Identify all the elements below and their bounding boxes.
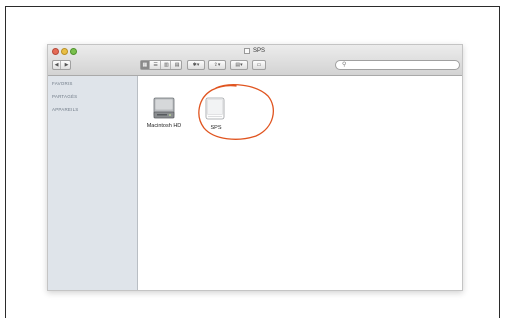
view-mode-control: ▦ ☰ ▥ ▤ (140, 60, 182, 70)
column-view-button[interactable]: ▥ (163, 61, 172, 69)
sidebar-section-favorites[interactable]: FAVORIS (52, 81, 73, 86)
search-icon: ⚲ (342, 62, 347, 68)
search-field[interactable]: ⚲ (335, 60, 460, 70)
sidebar: FAVORIS PARTAGÉS APPAREILS (48, 76, 138, 290)
minimize-button[interactable] (61, 48, 68, 55)
sidebar-section-devices[interactable]: APPAREILS (52, 107, 78, 112)
volume-macintosh-hd[interactable]: Macintosh HD (141, 96, 187, 140)
window-title: SPS (244, 48, 265, 54)
search-input[interactable] (351, 62, 451, 68)
list-view-button[interactable]: ☰ (152, 61, 161, 69)
action-menu-button[interactable]: ✱▾ (187, 60, 205, 70)
path-button[interactable]: ▭ (252, 60, 266, 70)
window-title-text: SPS (253, 48, 266, 54)
sidebar-section-shared[interactable]: PARTAGÉS (52, 94, 77, 99)
zoom-button[interactable] (70, 48, 77, 55)
arrange-menu-button[interactable]: ▤▾ (230, 60, 248, 70)
share-menu-button[interactable]: ⇪▾ (208, 60, 226, 70)
forward-button[interactable]: ▶ (63, 61, 70, 69)
hard-drive-icon (153, 97, 175, 119)
coverflow-view-button[interactable]: ▤ (173, 61, 181, 69)
finder-window: SPS ◀ ▶ ▦ ☰ ▥ ▤ ✱▾ ⇪▾ ▤▾ ▭ ⚲ FAVORIS PAR… (47, 44, 463, 291)
close-button[interactable] (52, 48, 59, 55)
icon-view-button[interactable]: ▦ (141, 61, 150, 69)
drive-title-icon (244, 48, 250, 54)
volume-label-macintosh-hd: Macintosh HD (146, 123, 182, 129)
back-forward-control: ◀ ▶ (52, 60, 71, 70)
title-bar: SPS ◀ ▶ ▦ ☰ ▥ ▤ ✱▾ ⇪▾ ▤▾ ▭ ⚲ (48, 45, 462, 76)
file-browser-content: Macintosh HD SPS (138, 76, 462, 290)
back-button[interactable]: ◀ (53, 61, 61, 69)
highlight-circle-annotation (198, 84, 274, 140)
